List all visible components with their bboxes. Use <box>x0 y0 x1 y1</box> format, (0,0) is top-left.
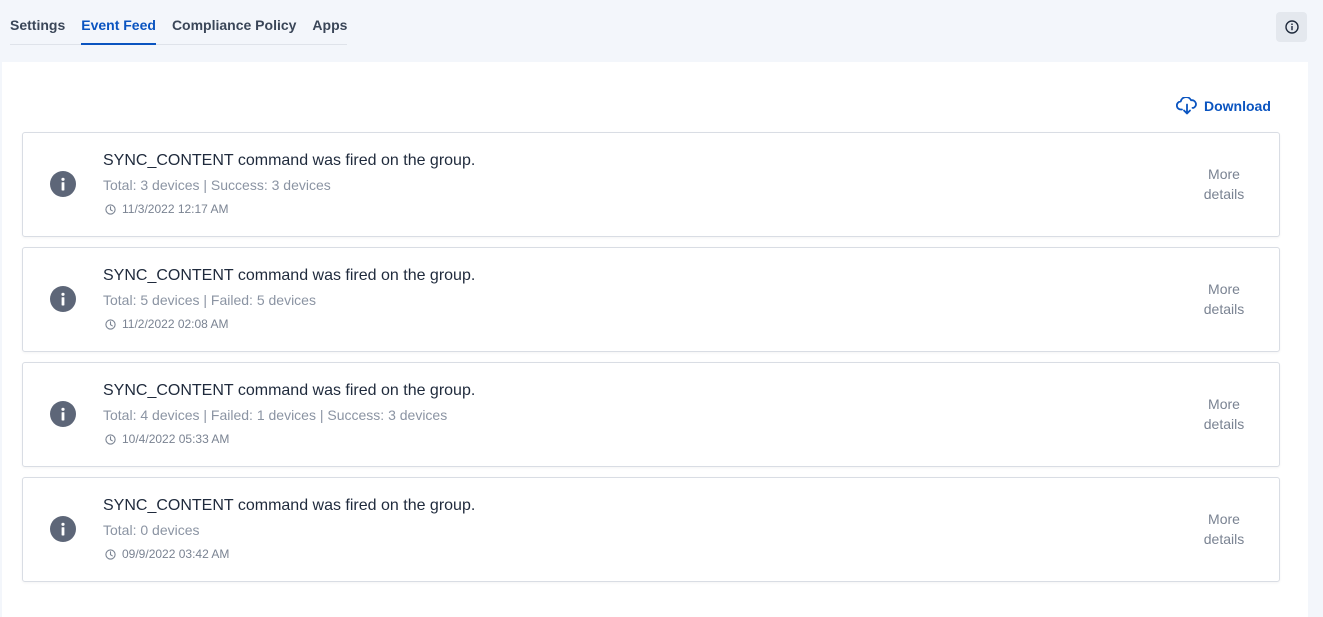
event-timestamp-row: 11/2/2022 02:08 AM <box>105 316 229 332</box>
tab-settings[interactable]: Settings <box>10 16 65 45</box>
event-title: SYNC_CONTENT command was fired on the gr… <box>103 152 476 169</box>
tab-bar: Settings Event Feed Compliance Policy Ap… <box>10 0 348 45</box>
clock-icon <box>105 318 116 330</box>
clock-icon <box>105 548 116 560</box>
event-card: SYNC_CONTENT command was fired on the gr… <box>22 132 1280 237</box>
top-bar: Settings Event Feed Compliance Policy Ap… <box>0 0 1323 62</box>
event-title: SYNC_CONTENT command was fired on the gr… <box>103 382 476 399</box>
event-timestamp: 11/3/2022 12:17 AM <box>122 202 229 216</box>
more-details-link[interactable]: More details <box>1193 279 1255 319</box>
event-summary: Total: 0 devices <box>103 522 200 538</box>
info-button[interactable] <box>1276 12 1307 42</box>
more-details-link[interactable]: More details <box>1193 394 1255 434</box>
more-details-link[interactable]: More details <box>1193 164 1255 204</box>
event-timestamp: 10/4/2022 05:33 AM <box>122 432 230 446</box>
event-title: SYNC_CONTENT command was fired on the gr… <box>103 267 476 284</box>
download-label: Download <box>1204 98 1271 114</box>
event-timestamp-row: 09/9/2022 03:42 AM <box>105 546 229 562</box>
tab-event-feed[interactable]: Event Feed <box>81 16 156 45</box>
info-icon <box>50 286 76 312</box>
info-icon <box>50 516 76 542</box>
event-timestamp: 09/9/2022 03:42 AM <box>122 547 230 561</box>
event-summary: Total: 3 devices | Success: 3 devices <box>103 177 331 193</box>
event-summary: Total: 5 devices | Failed: 5 devices <box>103 292 316 308</box>
download-button[interactable]: Download <box>1176 96 1271 116</box>
tab-apps[interactable]: Apps <box>312 16 347 45</box>
event-timestamp-row: 10/4/2022 05:33 AM <box>105 431 229 447</box>
clock-icon <box>105 433 116 445</box>
event-timestamp-row: 11/3/2022 12:17 AM <box>105 201 229 217</box>
tab-compliance-policy[interactable]: Compliance Policy <box>172 16 296 45</box>
event-timestamp: 11/2/2022 02:08 AM <box>122 317 229 331</box>
event-title: SYNC_CONTENT command was fired on the gr… <box>103 497 476 514</box>
clock-icon <box>105 203 116 215</box>
event-card: SYNC_CONTENT command was fired on the gr… <box>22 477 1280 582</box>
info-circle-icon <box>1284 20 1299 34</box>
event-summary: Total: 4 devices | Failed: 1 devices | S… <box>103 407 448 423</box>
event-card: SYNC_CONTENT command was fired on the gr… <box>22 362 1280 467</box>
cloud-download-icon <box>1176 97 1197 115</box>
info-icon <box>50 171 76 197</box>
info-icon <box>50 401 76 427</box>
event-card: SYNC_CONTENT command was fired on the gr… <box>22 247 1280 352</box>
more-details-link[interactable]: More details <box>1193 509 1255 549</box>
